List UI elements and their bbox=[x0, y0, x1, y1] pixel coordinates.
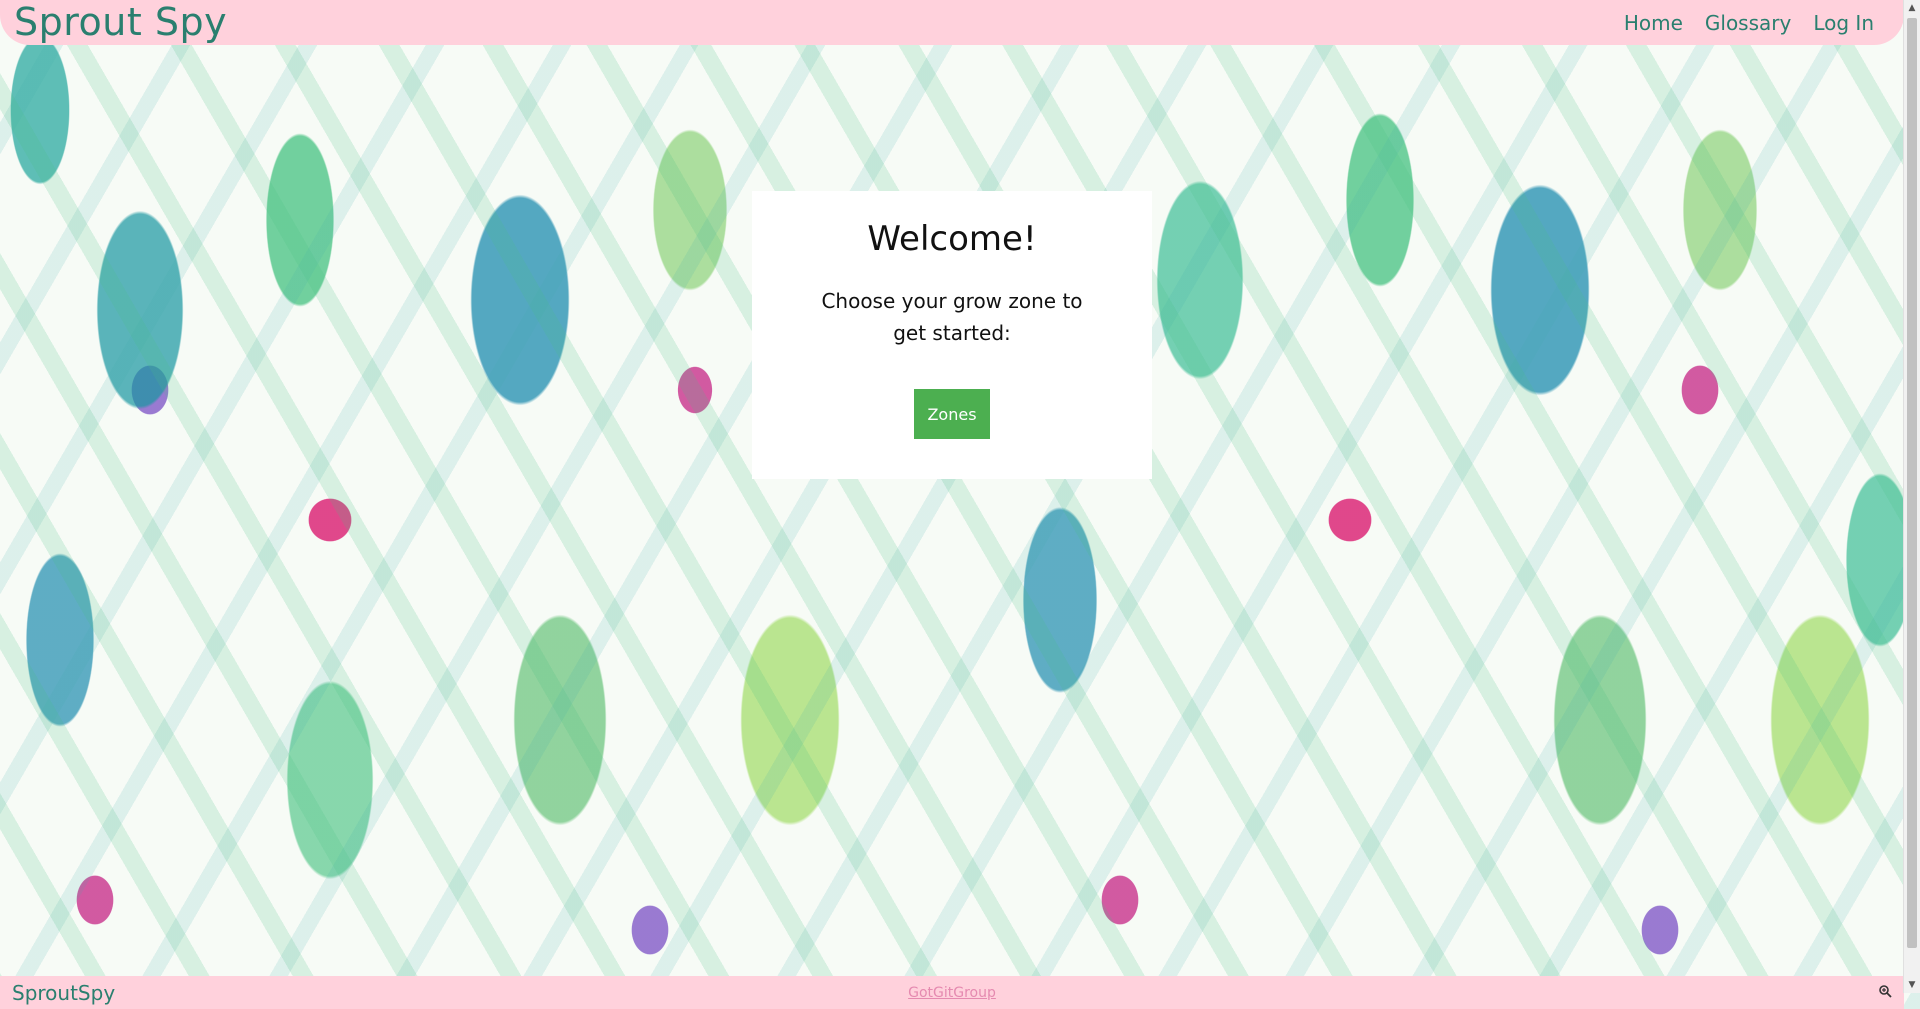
footer-github-link[interactable]: GotGitGroup bbox=[908, 985, 996, 1001]
floral-background bbox=[0, 0, 1920, 1009]
zoom-icon[interactable] bbox=[1878, 984, 1892, 1002]
welcome-title: Welcome! bbox=[867, 219, 1037, 259]
scrollbar-thumb[interactable] bbox=[1907, 18, 1917, 948]
zones-button[interactable]: Zones bbox=[914, 389, 990, 439]
nav-login-link[interactable]: Log In bbox=[1813, 11, 1874, 35]
welcome-card: Welcome! Choose your grow zone to get st… bbox=[752, 191, 1152, 479]
nav-home-link[interactable]: Home bbox=[1624, 11, 1683, 35]
nav-glossary-link[interactable]: Glossary bbox=[1705, 11, 1791, 35]
welcome-message: Choose your grow zone to get started: bbox=[821, 289, 1083, 345]
nav-links: Home Glossary Log In bbox=[1624, 11, 1874, 35]
zoom-icon-svg bbox=[1879, 984, 1892, 998]
vertical-scrollbar[interactable]: ▲ ▼ bbox=[1903, 0, 1920, 993]
chevron-up-icon[interactable]: ▲ bbox=[1904, 0, 1920, 16]
top-navbar: Sprout Spy Home Glossary Log In bbox=[0, 0, 1904, 45]
chevron-down-icon[interactable]: ▼ bbox=[1904, 977, 1920, 993]
footer-brand: SproutSpy bbox=[12, 980, 116, 1005]
footer: SproutSpy GotGitGroup bbox=[0, 976, 1904, 1009]
brand-logo[interactable]: Sprout Spy bbox=[14, 0, 227, 45]
